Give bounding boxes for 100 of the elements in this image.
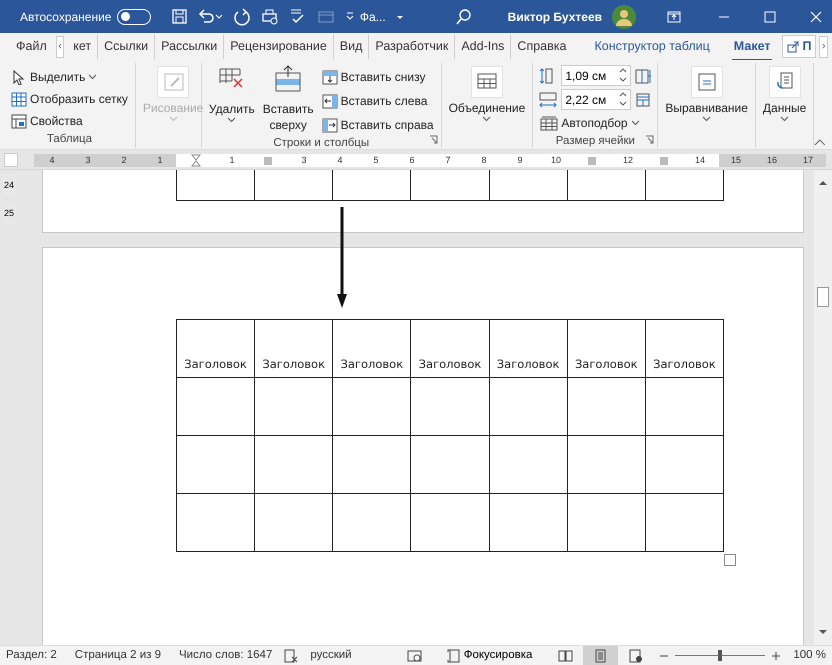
insert-column-icon bbox=[322, 94, 338, 108]
column-marker-icon[interactable] bbox=[264, 156, 272, 166]
search-icon[interactable] bbox=[456, 8, 472, 24]
scroll-thumb[interactable] bbox=[817, 287, 829, 307]
ribbon-button: Рисование bbox=[140, 63, 206, 131]
table-header-cell: Заголовок bbox=[410, 320, 490, 378]
autosave-toggle[interactable] bbox=[117, 8, 152, 24]
grid-icon bbox=[11, 92, 27, 106]
autofit-icon bbox=[540, 115, 558, 131]
ribbon-button[interactable]: Вставить слева bbox=[320, 91, 436, 111]
ribbon-button[interactable]: Удалить bbox=[206, 63, 257, 136]
tab-scroll-button[interactable]: › bbox=[819, 36, 828, 58]
table-properties-icon bbox=[11, 114, 27, 128]
ruler-number: 5 bbox=[373, 156, 378, 165]
print-layout-icon bbox=[593, 648, 608, 662]
ruler-number: 4 bbox=[49, 156, 54, 165]
dialog-launcher-icon[interactable] bbox=[645, 135, 654, 144]
ribbon-tab[interactable]: Add-Ins bbox=[455, 34, 512, 59]
ribbon-button[interactable]: Вставить снизу bbox=[320, 67, 436, 87]
cursor-icon bbox=[11, 70, 27, 84]
save-icon[interactable] bbox=[171, 8, 188, 26]
ribbon-button[interactable]: Отобразить сетку bbox=[9, 89, 130, 109]
share-button[interactable]: П bbox=[782, 35, 816, 58]
ribbon-tab[interactable]: Рассылки bbox=[155, 34, 224, 59]
table-resize-handle[interactable] bbox=[724, 554, 736, 566]
ruler-number: 3 bbox=[85, 156, 90, 165]
indent-marker-icon[interactable] bbox=[191, 154, 201, 167]
ribbon-display-icon[interactable] bbox=[666, 8, 682, 24]
proofing-icon[interactable] bbox=[284, 648, 298, 662]
avatar-icon[interactable] bbox=[612, 4, 636, 28]
zoom-level[interactable]: 100 % bbox=[793, 646, 826, 664]
table-header-cell: Заголовок bbox=[567, 320, 646, 378]
ruler-number: 10 bbox=[550, 156, 561, 165]
ribbon-button[interactable]: Объединение bbox=[446, 63, 528, 131]
autofit-button[interactable]: Автоподбор bbox=[538, 113, 652, 133]
read-mode-icon bbox=[558, 648, 574, 662]
ribbon-tab[interactable]: Рецензирование bbox=[224, 34, 334, 59]
table-header-cell: Заголовок bbox=[489, 320, 568, 378]
ribbon-tab[interactable]: Конструктор таблиц bbox=[582, 34, 722, 59]
scroll-down-icon[interactable] bbox=[818, 629, 828, 635]
language[interactable]: русский bbox=[310, 646, 352, 664]
zoom-thumb[interactable] bbox=[718, 650, 722, 660]
print-preview-icon[interactable] bbox=[261, 8, 280, 26]
focus-button[interactable]: Фокусировка bbox=[440, 646, 538, 665]
view-button[interactable] bbox=[583, 646, 618, 665]
ruler-number: 16 bbox=[766, 156, 777, 165]
ruler-number: 14 bbox=[694, 156, 705, 165]
table-header-cell: Заголовок bbox=[645, 320, 724, 378]
column-width-icon bbox=[538, 90, 558, 108]
ribbon-button[interactable]: Данные bbox=[760, 63, 808, 131]
insert-row-icon bbox=[322, 70, 338, 84]
ruler-number: 4 bbox=[337, 156, 342, 165]
zoom-in-icon[interactable] bbox=[771, 650, 782, 660]
ribbon-tab[interactable]: Макет bbox=[722, 34, 782, 59]
spin-arrows-icon[interactable] bbox=[619, 91, 628, 107]
web-layout-icon bbox=[628, 648, 644, 662]
ribbon-tab[interactable]: Ссылки bbox=[98, 34, 156, 59]
ribbon-tab[interactable]: кет bbox=[67, 34, 98, 59]
ribbon-tab[interactable]: Вид bbox=[334, 34, 370, 59]
word-count[interactable]: Число слов: 1647 bbox=[179, 646, 272, 664]
ruler-number: 1 bbox=[229, 156, 234, 165]
ruler-number: 1 bbox=[157, 156, 162, 165]
ribbon-button[interactable]: Выделить bbox=[9, 67, 130, 87]
user-name[interactable]: Виктор Бухтеев bbox=[508, 8, 602, 26]
insert-row-icon bbox=[274, 65, 302, 93]
insert-column-icon bbox=[322, 118, 338, 132]
caret-icon bbox=[630, 120, 640, 126]
status-page[interactable]: Страница 2 из 9 bbox=[74, 646, 161, 664]
undo-icon[interactable] bbox=[197, 8, 216, 26]
ruler-number: 9 bbox=[517, 156, 522, 165]
tab-scroll-button[interactable]: ‹ bbox=[56, 36, 64, 58]
size-field[interactable]: 2,22 см bbox=[561, 89, 632, 110]
ribbon-tab[interactable]: Справка bbox=[511, 34, 572, 59]
ribbon-button[interactable]: Свойства bbox=[9, 111, 130, 131]
distribute-rows-icon[interactable] bbox=[634, 90, 652, 108]
scroll-up-icon[interactable] bbox=[818, 180, 828, 186]
spin-arrows-icon[interactable] bbox=[619, 67, 628, 83]
table-header-cell: Заголовок bbox=[332, 320, 411, 378]
ruler-number: 17 bbox=[802, 156, 813, 165]
ribbon-button[interactable]: Вставить справа bbox=[320, 115, 436, 135]
column-marker-icon[interactable] bbox=[588, 156, 596, 166]
collapse-ribbon-icon[interactable] bbox=[814, 138, 826, 146]
ribbon-tab[interactable]: Файл bbox=[10, 34, 53, 59]
display-settings-icon[interactable] bbox=[406, 648, 423, 662]
dialog-launcher-icon[interactable] bbox=[428, 135, 438, 144]
ribbon-button[interactable]: Вставить сверху bbox=[260, 63, 316, 136]
maximize-icon[interactable] bbox=[762, 8, 778, 24]
size-field[interactable]: 1,09 см bbox=[561, 65, 632, 86]
vertical-scrollbar[interactable] bbox=[814, 170, 832, 645]
ruler-number: 7 bbox=[445, 156, 450, 165]
close-icon[interactable] bbox=[808, 8, 824, 24]
autosave-label: Автосохранение bbox=[20, 8, 112, 26]
ribbon-button[interactable]: Выравнивание bbox=[663, 63, 750, 131]
ribbon-tab[interactable]: Разработчик bbox=[369, 34, 456, 59]
ruler-number: 15 bbox=[730, 156, 741, 165]
column-marker-icon[interactable] bbox=[660, 156, 668, 166]
status-section[interactable]: Раздел: 2 bbox=[6, 646, 57, 664]
redo-icon[interactable] bbox=[233, 8, 252, 26]
file-name[interactable]: Фа... bbox=[360, 8, 386, 26]
distribute-columns-icon[interactable] bbox=[634, 66, 652, 84]
